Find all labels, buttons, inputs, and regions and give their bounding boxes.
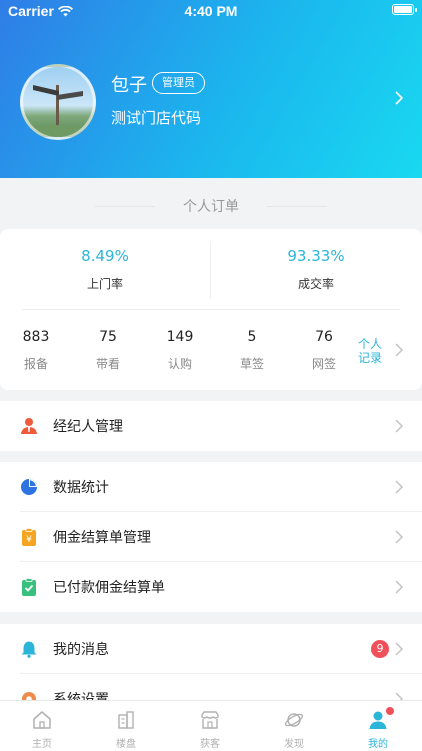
user-icon — [369, 711, 387, 729]
menu-data-statistics[interactable]: 数据统计 — [0, 462, 422, 512]
visit-rate-value: 8.49% — [81, 247, 129, 265]
menu-label: 已付款佣金结算单 — [53, 580, 165, 596]
menu-label: 系统设置 — [53, 692, 109, 700]
personal-records-link[interactable]: 个人记录 — [358, 337, 388, 365]
tab-label: 获客 — [200, 739, 220, 750]
tab-me[interactable]: 我的 — [336, 701, 420, 751]
yuan-clipboard-icon: ¥ — [22, 528, 36, 546]
home-icon — [33, 711, 51, 729]
divider — [22, 309, 400, 310]
menu-my-messages[interactable]: 我的消息 9 — [0, 624, 422, 674]
menu-label: 数据统计 — [53, 480, 109, 496]
checked-clipboard-icon — [22, 578, 36, 596]
stat-report[interactable]: 883 报备 — [0, 329, 72, 372]
menu-paid-commission[interactable]: 已付款佣金结算单 — [0, 562, 422, 612]
deal-rate[interactable]: 93.33% 成交率 — [211, 229, 421, 309]
chevron-right-icon[interactable] — [394, 90, 404, 106]
role-badge: 管理员 — [152, 72, 205, 94]
chevron-right-icon — [395, 530, 404, 544]
chevron-right-icon — [395, 580, 404, 594]
orders-card: 8.49% 上门率 93.33% 成交率 883 报备 75 带看 149 认购… — [0, 229, 422, 390]
status-bar: Carrier 4:40 PM — [0, 0, 422, 22]
stat-value: 76 — [315, 329, 333, 345]
pie-chart-icon — [21, 479, 37, 495]
visit-rate[interactable]: 8.49% 上门率 — [0, 229, 210, 309]
stat-label: 报备 — [23, 357, 48, 371]
store-icon — [201, 711, 219, 729]
tab-label: 楼盘 — [116, 739, 136, 750]
tab-bar: 主页 楼盘 获客 发现 我的 — [0, 700, 422, 751]
agent-icon — [21, 418, 37, 434]
messages-group: 我的消息 9 系统设置 — [0, 624, 422, 700]
building-icon — [118, 711, 134, 729]
battery-icon — [392, 4, 417, 15]
deal-rate-value: 93.33% — [287, 247, 345, 265]
stat-label: 认购 — [167, 357, 192, 371]
unread-badge: 9 — [371, 640, 389, 658]
tab-label: 发现 — [284, 739, 304, 750]
agent-management-group: 经纪人管理 — [0, 401, 422, 451]
menu-label: 佣金结算单管理 — [53, 530, 151, 546]
stat-label: 草签 — [239, 357, 264, 371]
menu-label: 我的消息 — [53, 642, 109, 658]
menu-system-settings[interactable]: 系统设置 — [0, 674, 422, 700]
profile-header[interactable]: Carrier 4:40 PM 包子 管理员 测试门店代码 — [0, 0, 422, 178]
signpost-image — [28, 85, 88, 137]
notification-dot — [386, 707, 394, 715]
bell-icon — [21, 641, 37, 658]
svg-text:¥: ¥ — [26, 535, 32, 545]
store-name: 测试门店代码 — [111, 109, 202, 127]
stat-value: 75 — [99, 329, 117, 345]
stat-draft-contract[interactable]: 5 草签 — [216, 329, 288, 372]
chevron-right-icon — [395, 419, 404, 433]
menu-label: 经纪人管理 — [53, 419, 123, 435]
stat-value: 149 — [166, 329, 194, 345]
stat-subscription[interactable]: 149 认购 — [144, 329, 216, 372]
menu-commission-management[interactable]: ¥ 佣金结算单管理 — [0, 512, 422, 562]
user-name: 包子 — [111, 75, 147, 96]
tab-home[interactable]: 主页 — [0, 701, 84, 751]
tab-discover[interactable]: 发现 — [252, 701, 336, 751]
chevron-right-icon[interactable] — [394, 342, 404, 358]
settings-icon — [22, 692, 36, 700]
stat-value: 883 — [22, 329, 50, 345]
stat-viewing[interactable]: 75 带看 — [72, 329, 144, 372]
chevron-right-icon — [395, 642, 404, 656]
stat-value: 5 — [247, 329, 257, 345]
visit-rate-label: 上门率 — [86, 277, 123, 291]
avatar[interactable] — [20, 64, 96, 140]
tab-customers[interactable]: 获客 — [168, 701, 252, 751]
tab-properties[interactable]: 楼盘 — [84, 701, 168, 751]
chevron-right-icon — [395, 692, 404, 700]
tab-label: 主页 — [32, 739, 52, 750]
chevron-right-icon — [395, 480, 404, 494]
planet-icon — [284, 713, 304, 727]
stat-online-contract[interactable]: 76 网签 — [288, 329, 360, 372]
stat-label: 网签 — [311, 357, 336, 371]
menu-agent-management[interactable]: 经纪人管理 — [0, 401, 422, 451]
deal-rate-label: 成交率 — [297, 277, 334, 291]
finance-group: 数据统计 ¥ 佣金结算单管理 已付款佣金结算单 — [0, 462, 422, 612]
orders-section-title: 个人订单 — [0, 196, 422, 216]
clock: 4:40 PM — [184, 3, 238, 19]
tab-label: 我的 — [368, 739, 388, 750]
stat-label: 带看 — [95, 357, 120, 371]
